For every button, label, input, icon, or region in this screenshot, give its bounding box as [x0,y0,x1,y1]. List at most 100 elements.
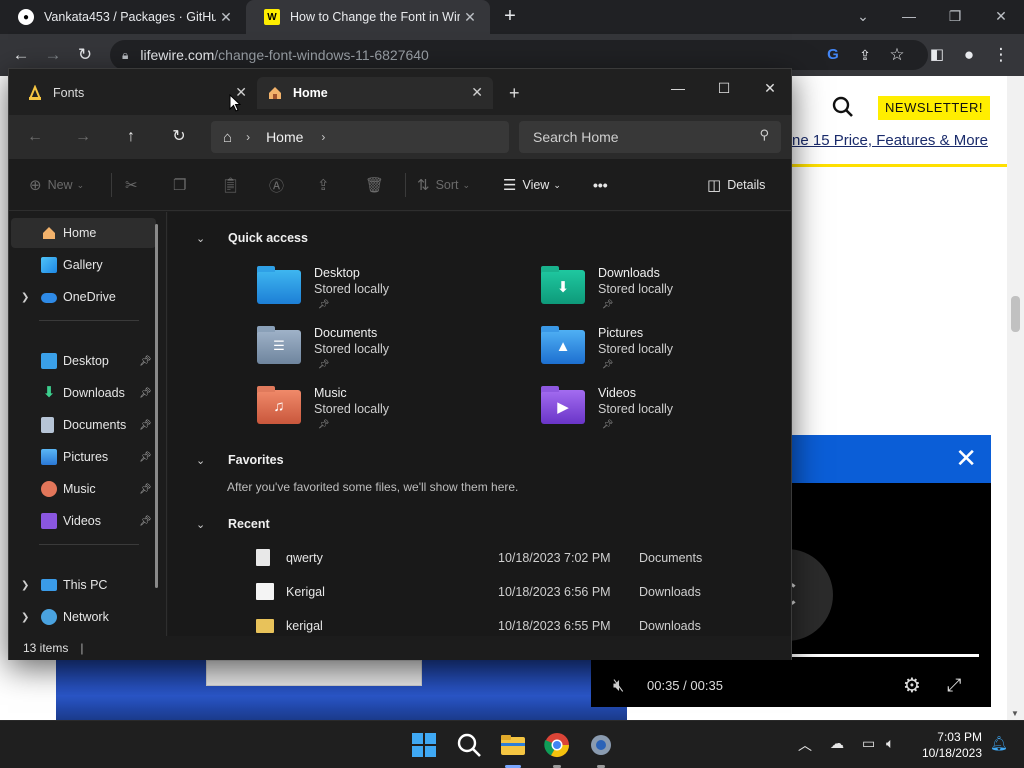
explorer-tab-home[interactable]: Home ✕ [257,77,493,109]
page-scrollbar[interactable]: ▼ [1007,76,1024,720]
scrollbar-thumb[interactable] [1011,296,1020,332]
new-tab-button[interactable]: + [498,5,522,29]
section-recent[interactable]: ⌄ Recent [196,514,270,534]
recent-file-row[interactable]: kerigal 10/18/2023 6:55 PM Downloads [256,615,776,636]
section-quick-access[interactable]: ⌄ Quick access [196,228,308,248]
chrome-tab-lifewire[interactable]: W How to Change the Font in Windows 11 ✕ [246,0,490,34]
forward-icon[interactable]: → [71,125,95,149]
sidebar-item-network[interactable]: ❯ Network [11,602,156,632]
new-button[interactable]: ⊕ New ⌄ [29,173,84,197]
explorer-maximize-button[interactable]: ☐ [701,75,747,101]
scroll-down-icon[interactable]: ▼ [1011,709,1019,718]
chrome-taskbar-icon[interactable] [543,731,571,759]
mute-icon[interactable]: 🔇︎ [613,675,624,696]
show-hidden-icons-chevron-icon[interactable]: ︿ [798,735,812,755]
chevron-right-icon[interactable]: ❯ [21,580,29,591]
chevron-right-icon[interactable]: › [321,130,325,144]
pin-icon[interactable]: 📌︎ [139,452,152,463]
more-options-button[interactable]: ••• [593,173,608,197]
sidebar-item-videos[interactable]: Videos 📌︎ [11,506,156,536]
explorer-minimize-button[interactable]: — [655,75,701,101]
close-tab-icon[interactable]: ✕ [460,9,480,26]
newsletter-button[interactable]: NEWSLETTER! [878,96,990,120]
close-tab-icon[interactable]: ✕ [216,9,236,26]
sidebar-item-onedrive[interactable]: ❯ OneDrive [11,282,156,312]
details-button[interactable]: ◫ Details [707,173,765,197]
new-explorer-tab-button[interactable]: + [509,83,520,104]
chevron-down-icon[interactable]: ⌄ [196,518,205,531]
pin-icon[interactable]: 📌︎ [139,420,152,431]
delete-icon[interactable]: 🗑︎ [365,173,390,197]
sidebar-item-pictures[interactable]: Pictures 📌︎ [11,442,156,472]
back-icon[interactable]: ← [23,125,47,149]
close-tab-icon[interactable]: ✕ [471,84,483,101]
chevron-down-icon[interactable]: ⌄ [196,232,205,245]
start-windows-icon[interactable] [410,731,438,759]
sidebar-item-downloads[interactable]: ⬇ Downloads 📌︎ [11,378,156,408]
chrome-tab-github[interactable]: ● Vankata453 / Packages · GitHub ✕ [0,0,246,34]
chevron-down-icon[interactable]: ⌄ [196,454,205,467]
quick-access-documents[interactable]: ☰ Documents Stored locally 📌︎ [257,326,497,382]
quick-access-pictures[interactable]: ▲ Pictures Stored locally 📌︎ [541,326,781,382]
settings-taskbar-icon[interactable] [587,731,615,759]
onedrive-status-icon[interactable]: ☁ [830,735,844,752]
recent-file-row[interactable]: qwerty 10/18/2023 7:02 PM Documents [256,547,776,571]
sidebar-item-music[interactable]: Music 📌︎ [11,474,156,504]
network-monitor-icon[interactable]: ▭ [862,735,875,752]
taskbar-search-icon[interactable] [455,731,483,759]
explorer-tab-fonts[interactable]: Fonts ✕ [17,77,257,109]
sidebar-scrollbar[interactable] [155,224,158,588]
volume-muted-icon[interactable]: 🔈︎ [886,735,894,752]
sidebar-item-gallery[interactable]: Gallery [11,250,156,280]
sidebar-item-thispc[interactable]: ❯ This PC [11,570,156,600]
up-arrow-icon[interactable]: ↑ [119,125,143,149]
back-icon[interactable]: ← [8,42,34,68]
sidebar-item-home[interactable]: Home [11,218,156,248]
explorer-address-bar[interactable]: ⌂ › Home › [211,121,509,153]
chrome-menu-icon[interactable]: ⋮ [988,42,1014,68]
chevron-right-icon[interactable]: › [246,130,250,144]
paste-icon[interactable]: 📋︎ [221,173,246,197]
profile-icon[interactable]: ● [956,42,982,68]
home-icon[interactable]: ⌂ [223,129,232,146]
forward-icon[interactable]: → [40,42,66,68]
section-favorites[interactable]: ⌄ Favorites [196,450,284,470]
quick-access-videos[interactable]: ▶ Videos Stored locally 📌︎ [541,386,781,442]
article-headline-link[interactable]: ne 15 Price, Features & More [792,132,992,149]
sidebar-item-desktop[interactable]: Desktop 📌︎ [11,346,156,376]
fullscreen-icon[interactable]: ⤢ [947,675,961,696]
taskbar-clock[interactable]: 7:03 PM 10/18/2023 [918,729,982,761]
copy-icon[interactable]: ❐ [173,173,192,197]
settings-gear-icon[interactable]: ⚙ [903,673,921,698]
search-icon[interactable] [832,96,856,120]
google-lens-icon[interactable]: G [820,42,846,68]
chevron-right-icon[interactable]: ❯ [21,612,29,623]
breadcrumb-home[interactable]: Home [266,129,303,145]
address-bar[interactable]: 🔒︎ lifewire.com /change-font-windows-11-… [110,40,928,70]
search-icon[interactable]: ⚲ [759,127,769,143]
restore-button[interactable]: ❐ [932,4,978,30]
side-panel-icon[interactable]: ◧ [924,42,950,68]
pin-icon[interactable]: 📌︎ [139,516,152,527]
tab-search-icon[interactable]: ⌄ [840,4,886,30]
pin-icon[interactable]: 📌︎ [139,388,152,399]
chevron-right-icon[interactable]: ❯ [21,292,29,303]
view-button[interactable]: ☰ View ⌄ [503,173,561,197]
cut-icon[interactable]: ✂ [125,173,144,197]
share-icon[interactable]: ⇪ [317,173,336,197]
pin-icon[interactable]: 📌︎ [139,484,152,495]
refresh-icon[interactable]: ↻ [167,125,191,149]
reload-icon[interactable]: ↻ [72,42,98,68]
file-explorer-taskbar-icon[interactable] [499,731,527,759]
notification-bell-icon[interactable]: 🔔︎ [990,735,1008,752]
close-window-button[interactable]: ✕ [978,4,1024,30]
minimize-button[interactable]: — [886,4,932,30]
sort-button[interactable]: ⇅ Sort ⌄ [417,173,470,197]
share-icon[interactable]: ⇪ [852,42,878,68]
quick-access-downloads[interactable]: ⬇ Downloads Stored locally 📌︎ [541,266,781,322]
explorer-search-box[interactable]: Search Home ⚲ [519,121,781,153]
explorer-close-button[interactable]: ✕ [747,75,793,101]
close-video-icon[interactable]: ✕ [955,443,977,474]
quick-access-desktop[interactable]: Desktop Stored locally 📌︎ [257,266,497,322]
recent-file-row[interactable]: Kerigal 10/18/2023 6:56 PM Downloads [256,581,776,605]
